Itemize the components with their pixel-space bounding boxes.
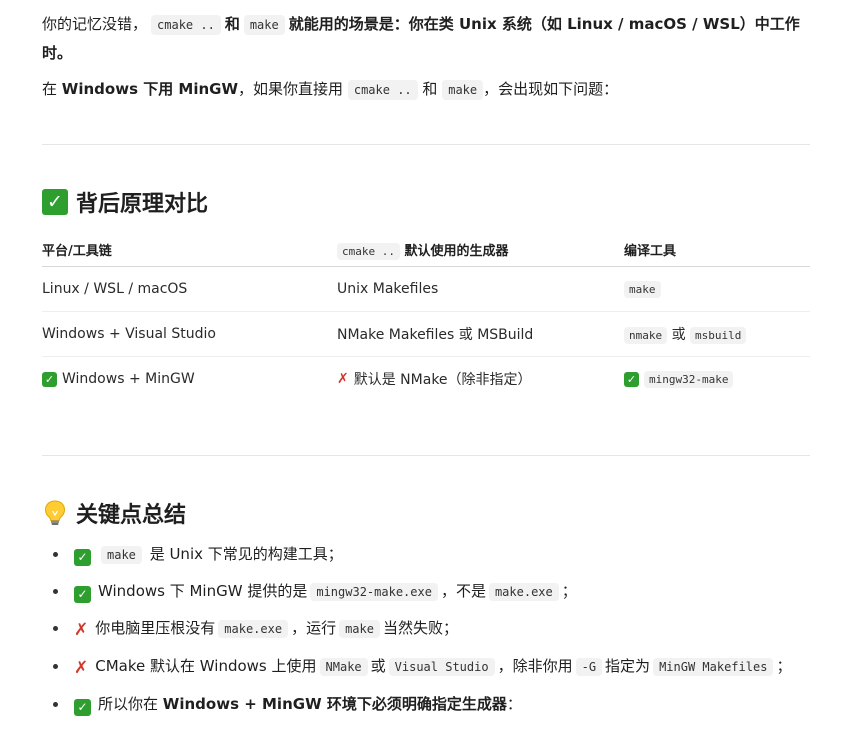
intro-paragraph-2: 在 Windows 下用 MinGW，如果你直接用 cmake .. 和 mak… (42, 76, 812, 103)
cell-tool: ✓ mingw32-make (624, 357, 810, 402)
section-heading-comparison: ✓ 背后原理对比 (42, 186, 208, 218)
inline-code: NMake (319, 658, 368, 676)
intro-text: ，如果你直接用 (238, 80, 344, 98)
inline-code: make (624, 281, 661, 298)
list-text: ，运行 (291, 619, 337, 637)
list-text: ，除非你用 (497, 657, 573, 675)
column-header-generator: cmake .. 默认使用的生成器 (337, 233, 624, 267)
summary-list: ✓ make 是 Unix 下常见的构建工具； ✓ Windows 下 MinGW … (42, 540, 812, 726)
section-title: 关键点总结 (76, 503, 187, 528)
cell-tool: make (624, 266, 810, 312)
list-text: 你电脑里压根没有 (95, 619, 216, 637)
intro-text: 在 (42, 80, 58, 98)
check-mark-button-icon: ✓ (624, 371, 639, 387)
cross-mark-icon: ✗ (74, 658, 89, 678)
list-bold-text: Windows + MinGW 环境下必须明确指定生成器 (162, 695, 507, 713)
inline-code: make (243, 15, 285, 35)
list-text: 当然失败； (382, 619, 458, 637)
check-mark-button-icon: ✓ (74, 698, 91, 716)
inline-code: cmake .. (347, 80, 418, 100)
list-text: CMake 默认在 Windows 上使用 (95, 657, 317, 675)
table-row: Windows + Visual Studio NMake Makefiles … (42, 311, 810, 357)
check-mark-button-icon: ✓ (42, 189, 68, 215)
inline-code: make (101, 546, 142, 564)
inline-code: msbuild (690, 327, 747, 344)
intro-bold-text: Windows 下用 MinGW (61, 80, 239, 98)
divider (42, 455, 810, 456)
list-text: ： (506, 695, 522, 713)
cell-tool: nmake 或 msbuild (624, 311, 810, 357)
table-row: Linux / WSL / macOS Unix Makefiles make (42, 266, 810, 312)
list-text: Windows 下 MinGW 提供的是 (98, 582, 308, 600)
cell-platform: Windows + Visual Studio (42, 311, 337, 357)
table-header-row: 平台/工具链 cmake .. 默认使用的生成器 编译工具 (42, 233, 810, 267)
intro-text: 你的记忆没错， (42, 15, 148, 33)
cross-mark-icon: ✗ (337, 371, 349, 387)
list-item: ✓ make 是 Unix 下常见的构建工具； (42, 540, 812, 569)
column-header-platform: 平台/工具链 (42, 233, 337, 267)
section-heading-summary: 关键点总结 (42, 497, 186, 529)
list-text: 指定为 (605, 657, 651, 675)
comparison-table: 平台/工具链 cmake .. 默认使用的生成器 编译工具 Linux / WS… (42, 233, 810, 401)
light-bulb-icon (44, 500, 66, 525)
list-item: ✓ 所以你在 Windows + MinGW 环境下必须明确指定生成器： (42, 690, 812, 718)
document: 你的记忆没错， cmake .. 和 make 就能用的场景是：你在类 Unix 系统（… (0, 0, 843, 742)
list-text: ，不是 (440, 582, 486, 600)
check-mark-button-icon: ✓ (42, 371, 57, 387)
inline-code: make (442, 80, 484, 100)
list-text: 或 (370, 657, 386, 675)
list-text: ； (561, 582, 577, 600)
cell-generator: ✗ 默认是 NMake（除非指定） (337, 357, 624, 402)
inline-code: cmake .. (337, 243, 400, 260)
section-title: 背后原理对比 (76, 192, 209, 217)
list-text: 是 Unix 下常见的构建工具； (149, 545, 343, 563)
inline-code: make.exe (218, 620, 289, 638)
cell-platform: ✓ Windows + MinGW (42, 357, 337, 402)
column-header-text: 默认使用的生成器 (404, 244, 509, 259)
intro-text: 和 (422, 80, 438, 98)
cell-platform: Linux / WSL / macOS (42, 266, 337, 312)
inline-code: MinGW Makefiles (653, 658, 774, 676)
inline-code: mingw32-make (644, 370, 734, 388)
inline-code: Visual Studio (388, 658, 495, 676)
inline-code: -G (575, 658, 603, 676)
check-mark-button-icon: ✓ (74, 548, 91, 566)
inline-code: make (339, 620, 380, 638)
intro-text: 和 (224, 15, 240, 33)
intro-paragraph-1: 你的记忆没错， cmake .. 和 make 就能用的场景是：你在类 Unix 系统（… (42, 10, 812, 67)
cell-generator: NMake Makefiles 或 MSBuild (337, 311, 624, 357)
cell-text: 或 (671, 327, 686, 343)
table-row: ✓ Windows + MinGW ✗ 默认是 NMake（除非指定） ✓ mingw… (42, 357, 810, 402)
list-item: ✗ 你电脑里压根没有 make.exe ，运行 make 当然失败； (42, 614, 812, 644)
inline-code: cmake .. (151, 15, 221, 35)
cell-text: Windows + MinGW (62, 371, 195, 388)
divider (42, 144, 810, 145)
intro-text: ，会出现如下问题： (483, 80, 619, 98)
cell-generator: Unix Makefiles (337, 266, 624, 312)
column-header-tool: 编译工具 (624, 233, 810, 267)
check-mark-button-icon: ✓ (74, 585, 91, 603)
list-text: 所以你在 (98, 695, 159, 713)
inline-code: mingw32-make.exe (310, 583, 438, 601)
cell-text: 默认是 NMake（除非指定） (353, 372, 532, 388)
inline-code: nmake (624, 327, 668, 344)
cross-mark-icon: ✗ (74, 620, 89, 640)
list-item: ✓ Windows 下 MinGW 提供的是 mingw32-make.exe ，不是… (42, 577, 812, 606)
inline-code: make.exe (488, 583, 559, 601)
list-item: ✗ CMake 默认在 Windows 上使用 NMake 或 Visual Studi… (42, 652, 812, 682)
list-text: ； (776, 657, 792, 675)
